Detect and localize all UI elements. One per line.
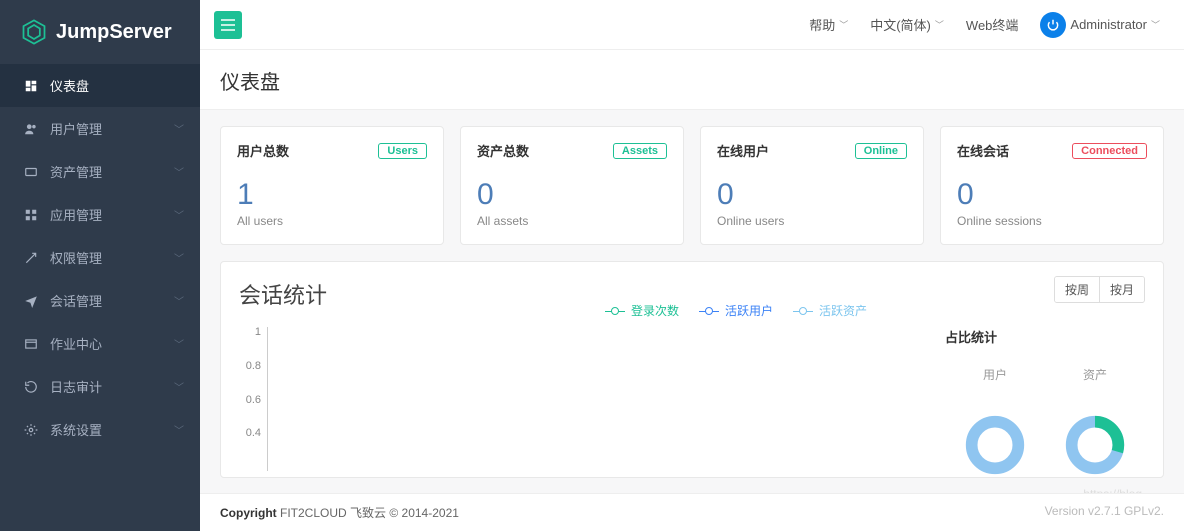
card-value: 0 [717,178,907,212]
range-switch: 按周 按月 [1054,276,1145,303]
card-title: 在线会话 [957,141,1009,160]
nav-list: 仪表盘用户管理﹀资产管理﹀应用管理﹀权限管理﹀会话管理﹀作业中心﹀日志审计﹀系统… [0,64,200,451]
stats-cards-row: 用户总数 Users 1 All users 资产总数 Assets 0 All assets… [200,110,1184,261]
legend-item[interactable]: 活跃资产 [793,302,867,319]
card-title: 资产总数 [477,141,529,160]
user-ratio-donut [965,415,1025,475]
sidebar-item-label: 会话管理 [50,291,174,310]
legend-item[interactable]: 活跃用户 [699,302,773,319]
sidebar-item-jobs[interactable]: 作业中心﹀ [0,322,200,365]
legend-item[interactable]: 登录次数 [605,302,679,319]
sidebar-item-label: 作业中心 [50,334,174,353]
card-subtitle: All users [237,214,427,228]
card-title: 用户总数 [237,141,289,160]
range-month-button[interactable]: 按月 [1099,277,1144,302]
logo: JumpServer [0,0,200,64]
chevron-down-icon: ﹀ [839,18,848,31]
assets-icon [22,165,40,179]
chart-legend: 登录次数 活跃用户 活跃资产 [605,302,867,319]
stat-card: 在线用户 Online 0 Online users [700,126,924,245]
apps-icon [22,208,40,222]
chevron-down-icon: ﹀ [174,164,184,179]
hamburger-icon [221,19,235,31]
range-week-button[interactable]: 按周 [1055,277,1099,302]
y-axis: 1 0.8 0.6 0.4 [239,327,265,477]
ratio-title: 占比统计 [945,327,1145,346]
card-value: 1 [237,178,427,212]
main-content: 仪表盘 用户总数 Users 1 All users 资产总数 Assets 0 All as… [200,50,1184,531]
stat-card: 用户总数 Users 1 All users [220,126,444,245]
topbar: 帮助﹀ 中文(简体)﹀ Web终端 Administrator﹀ [200,0,1184,50]
card-subtitle: Online users [717,214,907,228]
asset-ratio-donut [1065,415,1125,475]
user-menu[interactable]: Administrator﹀ [1040,12,1160,38]
card-tag: Connected [1072,143,1147,159]
chevron-down-icon: ﹀ [935,18,944,31]
avatar [1040,12,1066,38]
chevron-down-icon: ﹀ [174,207,184,222]
sidebar-item-label: 权限管理 [50,248,174,267]
sidebar-item-perm[interactable]: 权限管理﹀ [0,236,200,279]
card-value: 0 [957,178,1147,212]
perm-icon [22,251,40,265]
sidebar-item-users[interactable]: 用户管理﹀ [0,107,200,150]
users-icon [22,122,40,136]
y-tick: 0.6 [246,394,261,406]
y-tick: 0.4 [246,427,261,439]
sidebar-item-label: 应用管理 [50,205,174,224]
chevron-down-icon: ﹀ [174,121,184,136]
card-value: 0 [477,178,667,212]
power-icon [1046,18,1060,32]
chevron-down-icon: ﹀ [1151,18,1160,31]
footer: Copyright FIT2CLOUD 飞致云 © 2014-2021 Vers… [200,493,1184,531]
jobs-icon [22,337,40,351]
web-terminal-link[interactable]: Web终端 [966,15,1019,34]
y-tick: 1 [255,326,261,338]
dashboard-icon [22,79,40,93]
chevron-down-icon: ﹀ [174,250,184,265]
sidebar-item-label: 资产管理 [50,162,174,181]
y-axis-line [267,327,268,471]
ratio-stats: 占比统计 用户 资产 [925,327,1145,477]
audit-icon [22,380,40,394]
sidebar-item-label: 用户管理 [50,119,174,138]
stat-card: 在线会话 Connected 0 Online sessions [940,126,1164,245]
sidebar-item-label: 系统设置 [50,420,174,439]
menu-toggle-button[interactable] [214,11,242,39]
card-subtitle: All assets [477,214,667,228]
sidebar-item-dashboard[interactable]: 仪表盘 [0,64,200,107]
logo-text: JumpServer [56,21,172,44]
version-text: Version v2.7.1 GPLv2. [1045,504,1164,521]
sidebar-item-session[interactable]: 会话管理﹀ [0,279,200,322]
panel-title: 会话统计 [239,278,327,310]
card-tag: Online [855,143,907,159]
card-title: 在线用户 [717,141,769,160]
ratio-label-user: 用户 [983,366,1007,383]
card-tag: Assets [613,143,667,159]
session-icon [22,294,40,308]
chevron-down-icon: ﹀ [174,422,184,437]
chevron-down-icon: ﹀ [174,293,184,308]
session-stats-panel: 按周 按月 会话统计 登录次数 活跃用户 活跃资产 1 0.8 0.6 0.4 占比统… [220,261,1164,478]
sidebar-item-assets[interactable]: 资产管理﹀ [0,150,200,193]
card-tag: Users [378,143,427,159]
language-select[interactable]: 中文(简体)﹀ [870,15,944,34]
line-chart: 1 0.8 0.6 0.4 [239,327,925,477]
stat-card: 资产总数 Assets 0 All assets [460,126,684,245]
help-link[interactable]: 帮助﹀ [809,15,848,34]
settings-icon [22,423,40,437]
sidebar-item-audit[interactable]: 日志审计﹀ [0,365,200,408]
chevron-down-icon: ﹀ [174,336,184,351]
chevron-down-icon: ﹀ [174,379,184,394]
logo-icon [20,18,48,46]
card-subtitle: Online sessions [957,214,1147,228]
ratio-label-asset: 资产 [1083,366,1107,383]
sidebar-item-label: 仪表盘 [50,76,184,95]
sidebar-item-label: 日志审计 [50,377,174,396]
sidebar-item-settings[interactable]: 系统设置﹀ [0,408,200,451]
sidebar: JumpServer 仪表盘用户管理﹀资产管理﹀应用管理﹀权限管理﹀会话管理﹀作… [0,0,200,531]
page-title: 仪表盘 [200,50,1184,110]
y-tick: 0.8 [246,360,261,372]
sidebar-item-apps[interactable]: 应用管理﹀ [0,193,200,236]
